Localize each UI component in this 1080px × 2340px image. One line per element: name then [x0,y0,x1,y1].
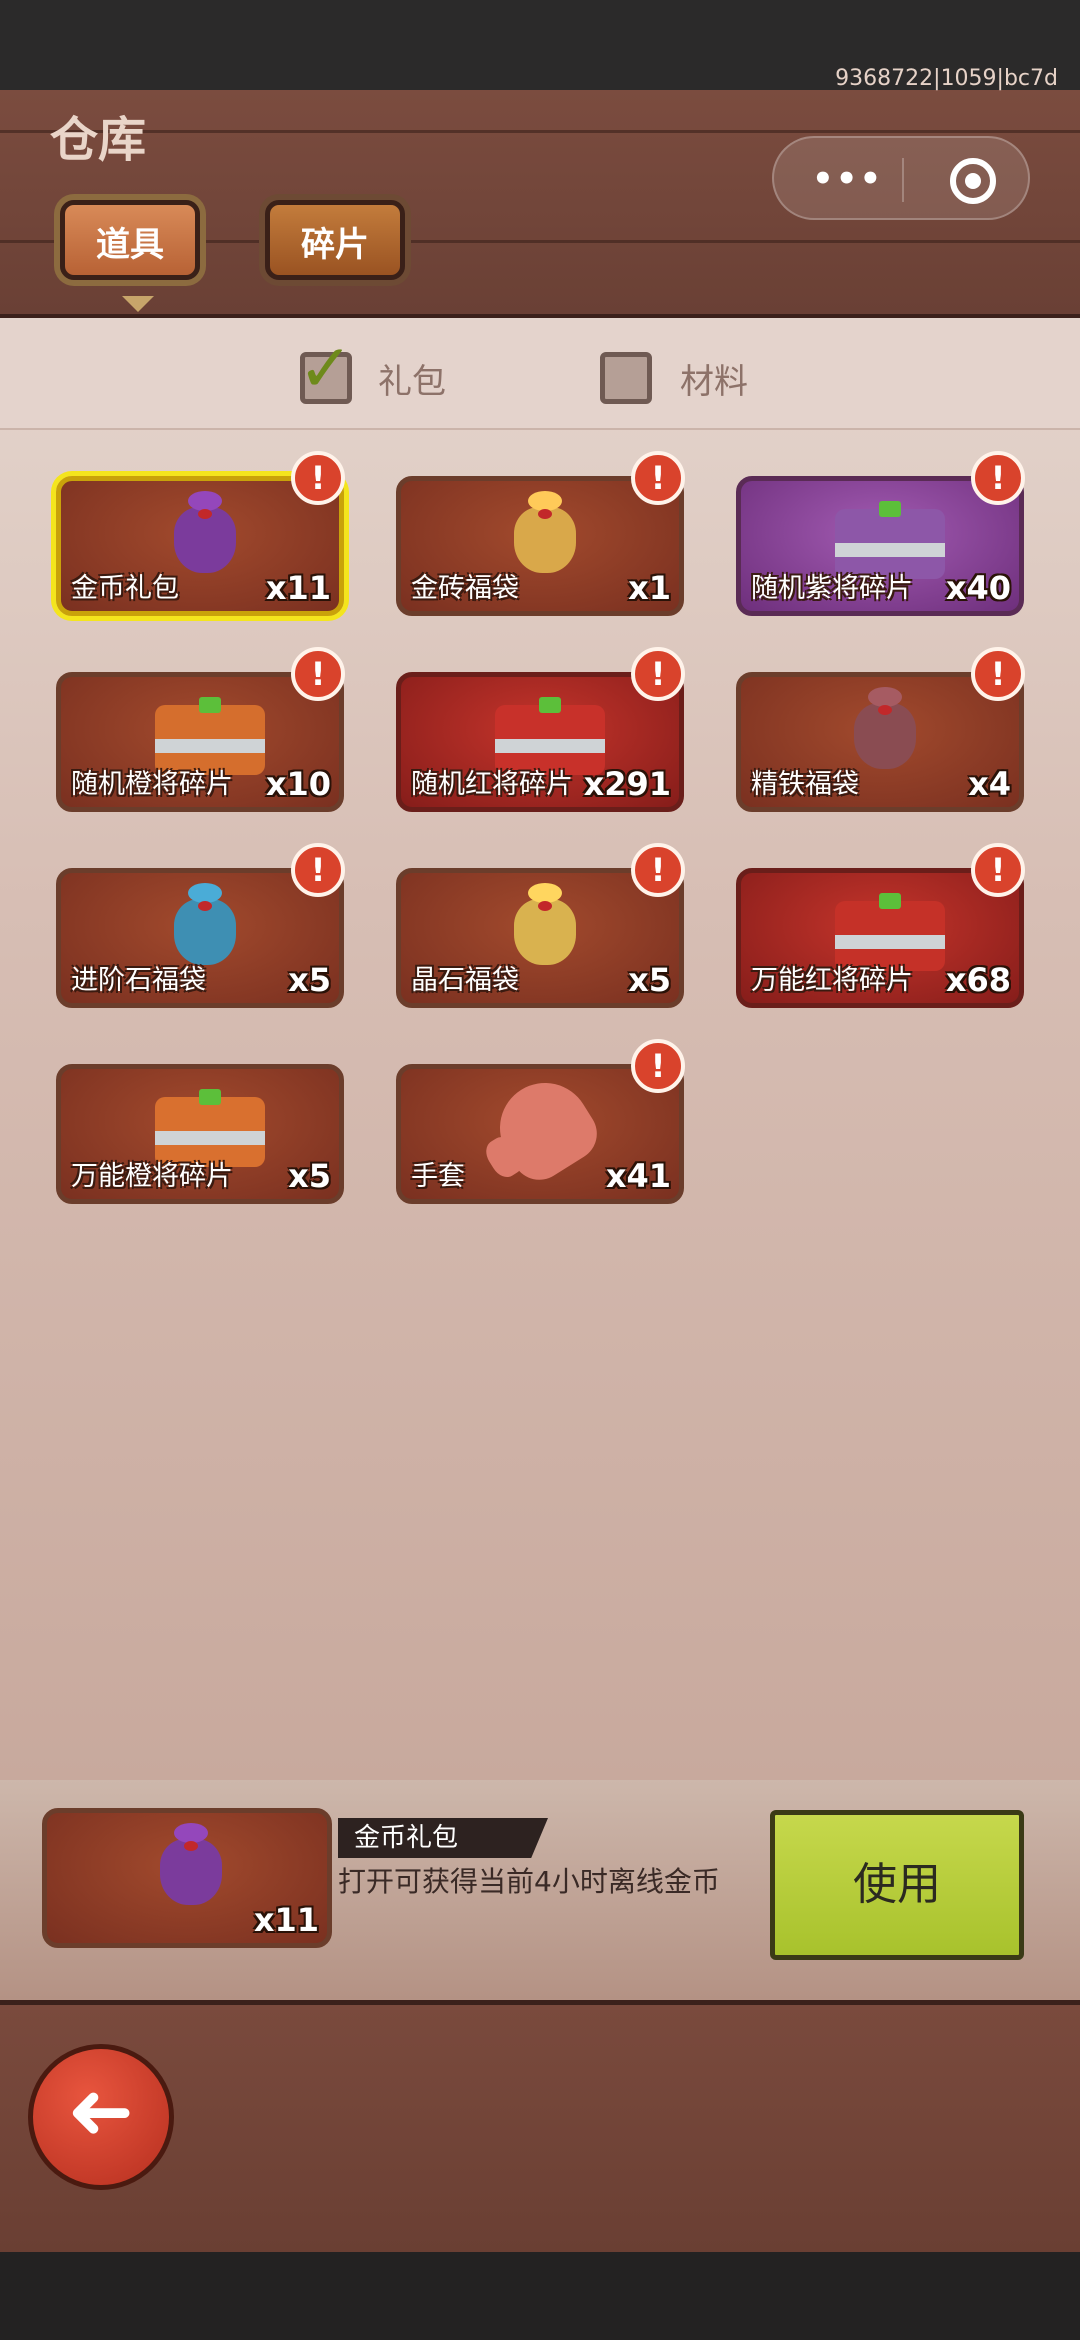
inventory-item[interactable]: ! 金币礼包 x11 [56,451,345,616]
system-nav-bar [0,2252,1080,2340]
inventory-item[interactable]: ! 万能红将碎片 x68 [736,843,1025,1008]
inventory-item[interactable]: ! 随机橙将碎片 x10 [56,647,345,812]
filter-material-label: 材料 [680,362,748,402]
back-arrow-icon: ➜ [67,2069,135,2162]
inventory-item[interactable]: ! 精铁福袋 x4 [736,647,1025,812]
alert-badge-icon: ! [631,451,685,505]
checkmark-icon: ✓ [298,330,354,407]
item-count: x5 [628,961,671,999]
alert-badge-icon: ! [631,843,685,897]
item-name: 晶石福袋 [411,965,519,996]
item-count: x68 [945,961,1011,999]
inventory-item[interactable]: ! 手套 x41 [396,1039,685,1204]
item-name: 精铁福袋 [751,769,859,800]
tab-fragments[interactable]: 碎片 [265,200,405,280]
more-menu-button[interactable]: ••• [812,162,883,196]
item-count: x4 [968,765,1011,803]
use-button[interactable]: 使用 [770,1810,1024,1960]
plank-line [0,130,1080,133]
item-name: 金砖福袋 [411,573,519,604]
alert-badge-icon: ! [971,647,1025,701]
item-name: 随机橙将碎片 [71,769,233,800]
item-count: x41 [605,1157,671,1195]
item-count: x5 [288,961,331,999]
item-name: 随机紫将碎片 [751,573,913,604]
item-name: 手套 [411,1161,465,1192]
tab-items[interactable]: 道具 [60,200,200,280]
item-name: 万能红将碎片 [751,965,913,996]
item-name: 金币礼包 [71,573,179,604]
close-miniprogram-icon[interactable] [950,158,996,204]
active-tab-pointer-icon [122,296,154,312]
inventory-item[interactable]: ! 随机紫将碎片 x40 [736,451,1025,616]
item-count: x40 [945,569,1011,607]
item-count: x5 [288,1157,331,1195]
filter-gift-label: 礼包 [378,362,446,402]
alert-badge-icon: ! [291,451,345,505]
item-name: 随机红将碎片 [411,769,573,800]
page-title: 仓库 [50,112,147,168]
alert-badge-icon: ! [971,451,1025,505]
inventory-item[interactable]: ! 进阶石福袋 x5 [56,843,345,1008]
build-id-text: 9368722|1059|bc7d [835,66,1058,91]
alert-badge-icon: ! [631,1039,685,1093]
item-count: x11 [265,569,331,607]
gold-coin-bag-icon [141,1817,241,1917]
item-count: x291 [583,765,671,803]
item-count: x11 [253,1901,319,1939]
filter-row [0,320,1080,430]
selected-item-description: 打开可获得当前4小时离线金币 [338,1865,720,1898]
item-count: x10 [265,765,331,803]
item-name: 万能橙将碎片 [71,1161,233,1192]
alert-badge-icon: ! [971,843,1025,897]
inventory-item[interactable]: ! 金砖福袋 x1 [396,451,685,616]
inventory-item[interactable]: 万能橙将碎片 x5 [56,1064,344,1204]
selected-item-name: 金币礼包 [338,1818,548,1858]
miniprogram-capsule: ••• [772,136,1030,220]
selected-item-preview: x11 [42,1808,332,1948]
alert-badge-icon: ! [291,647,345,701]
inventory-item[interactable]: ! 随机红将碎片 x291 [396,647,685,812]
item-count: x1 [628,569,671,607]
capsule-divider [902,158,904,202]
glove-icon [482,1065,608,1191]
alert-badge-icon: ! [291,843,345,897]
filter-material-checkbox[interactable] [600,352,652,404]
back-button[interactable]: ➜ [28,2044,174,2190]
item-name: 进阶石福袋 [71,965,206,996]
inventory-item[interactable]: ! 晶石福袋 x5 [396,843,685,1008]
alert-badge-icon: ! [631,647,685,701]
